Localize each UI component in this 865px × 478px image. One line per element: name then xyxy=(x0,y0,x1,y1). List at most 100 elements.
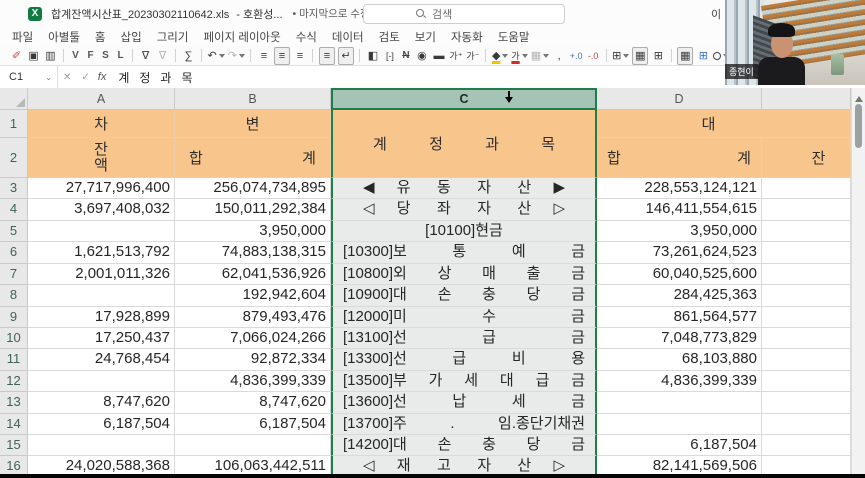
row-number[interactable]: 7 xyxy=(0,264,28,285)
format-painter-icon[interactable]: ✐ xyxy=(10,48,24,64)
document-filename[interactable]: 합계잔액시산표_20230302110642.xls xyxy=(51,6,229,22)
clear-filter-icon[interactable]: ∇ xyxy=(156,48,170,64)
cell-col-c-selected[interactable]: [13700]주 . 임.종단기채권 xyxy=(331,414,597,435)
cell-col-a[interactable] xyxy=(28,371,175,392)
cell-col-e[interactable] xyxy=(762,371,851,392)
column-header-e[interactable] xyxy=(762,88,851,110)
row-header-1[interactable]: 1 xyxy=(0,110,28,138)
cell-col-c-selected[interactable]: ◀유 동 자 산▶ xyxy=(331,178,597,199)
cell-col-b[interactable]: 7,066,024,266 xyxy=(175,328,331,349)
invert-fill-icon[interactable]: ◧ xyxy=(366,48,380,64)
macro-s-button[interactable]: S xyxy=(100,48,112,64)
macro-l-button[interactable]: L xyxy=(115,48,127,64)
ribbon-tab[interactable]: 자동화 xyxy=(451,29,483,45)
toolbar-separator[interactable] xyxy=(671,49,672,62)
vertical-scrollbar[interactable] xyxy=(851,88,865,478)
row-number[interactable]: 6 xyxy=(0,242,28,263)
toolbar-separator[interactable] xyxy=(175,49,176,62)
cell-col-c-selected[interactable]: [10800]외 상 매 출 금 xyxy=(331,264,597,285)
wrap-text-icon[interactable]: ↵ xyxy=(338,47,354,65)
cell-col-e[interactable] xyxy=(762,307,851,328)
increase-decimal-icon[interactable]: +.0 xyxy=(569,48,583,64)
cell-col-d[interactable]: 861,564,577 xyxy=(597,307,762,328)
select-all-corner[interactable] xyxy=(0,88,28,110)
name-box[interactable]: C1 ⌄ xyxy=(0,66,58,88)
cancel-entry-icon[interactable]: ✕ xyxy=(63,72,71,83)
font-decrease-icon[interactable]: 가⁻ xyxy=(466,48,480,64)
cell-col-d[interactable]: 6,187,504 xyxy=(597,435,762,456)
cell-col-b[interactable]: 74,883,138,315 xyxy=(175,242,331,263)
font-color-icon[interactable]: 가 xyxy=(511,48,527,64)
cell-col-d[interactable]: 68,103,880 xyxy=(597,349,762,370)
undo-icon[interactable]: ↶ xyxy=(208,48,225,64)
cell-col-e[interactable] xyxy=(762,349,851,370)
strike-n-icon[interactable]: N xyxy=(400,48,412,64)
cell-col-a[interactable]: 3,697,408,032 xyxy=(28,199,175,220)
search-input[interactable]: 검색 xyxy=(363,4,565,24)
macro-v-button[interactable]: V xyxy=(70,48,82,64)
cell-col-c-selected[interactable]: [13600]선 납 세 금 xyxy=(331,392,597,413)
cell-col-d[interactable]: 4,836,399,339 xyxy=(597,371,762,392)
row-number[interactable]: 10 xyxy=(0,328,28,349)
borders-icon[interactable]: ⊞ xyxy=(612,48,629,64)
macro-f-button[interactable]: F xyxy=(85,48,97,64)
column-header-d[interactable]: D xyxy=(597,88,762,110)
ribbon-tab[interactable]: 그리기 xyxy=(157,29,189,45)
row-number[interactable]: 5 xyxy=(0,221,28,242)
column-header-a[interactable]: A xyxy=(28,88,175,110)
cell-col-c-selected[interactable]: [13100]선 급 금 xyxy=(331,328,597,349)
cell-col-b[interactable]: 150,011,292,384 xyxy=(175,199,331,220)
cell-col-b[interactable]: 3,950,000 xyxy=(175,221,331,242)
confirm-entry-icon[interactable]: ✓ xyxy=(81,72,89,83)
toolbar-separator[interactable] xyxy=(485,49,486,62)
ribbon-tab[interactable]: 삽입 xyxy=(121,29,142,45)
cell-col-d[interactable]: 60,040,525,600 xyxy=(597,264,762,285)
toolbar-separator[interactable] xyxy=(312,49,313,62)
grid-view-icon[interactable]: ▦ xyxy=(677,47,693,65)
cell-col-d[interactable] xyxy=(597,414,762,435)
toolbar-separator[interactable] xyxy=(201,49,202,62)
chevron-down-icon[interactable]: ⌄ xyxy=(45,73,52,82)
cell-c1-merged-account-title[interactable]: 계 정 과 목 xyxy=(331,110,597,178)
insert-function-icon[interactable]: fx xyxy=(98,71,107,83)
cell-col-b[interactable]: 92,872,334 xyxy=(175,349,331,370)
formula-bar-value[interactable]: 계 정 과 목 xyxy=(118,69,192,86)
cell-col-e[interactable] xyxy=(762,435,851,456)
cell-col-d[interactable]: 146,411,554,615 xyxy=(597,199,762,220)
cell-col-a[interactable] xyxy=(28,221,175,242)
cell-col-b[interactable]: 62,041,536,926 xyxy=(175,264,331,285)
autosum-icon[interactable]: ∑ xyxy=(182,48,196,64)
cell-col-d[interactable] xyxy=(597,392,762,413)
ribbon-tab[interactable]: 보기 xyxy=(415,29,436,45)
align-right-icon[interactable]: ≡ xyxy=(293,48,307,64)
middle-align-icon[interactable]: ≡ xyxy=(319,47,335,65)
cell-col-b[interactable]: 192,942,604 xyxy=(175,285,331,306)
copy-sheet-icon[interactable]: ▣ xyxy=(27,48,41,64)
cell-col-a[interactable]: 8,747,620 xyxy=(28,392,175,413)
cell-col-a[interactable]: 24,768,454 xyxy=(28,349,175,370)
font-increase-icon[interactable]: 가⁺ xyxy=(449,48,463,64)
cell-col-c-selected[interactable]: [12000]미 수 금 xyxy=(331,307,597,328)
cell-col-b[interactable]: 6,187,504 xyxy=(175,414,331,435)
cell-b2[interactable]: 합 계 xyxy=(175,138,331,178)
ribbon-tab[interactable]: 홈 xyxy=(95,29,106,45)
cell-col-a[interactable]: 6,187,504 xyxy=(28,414,175,435)
all-borders-icon[interactable]: ⊞ xyxy=(651,48,665,64)
cell-col-c-selected[interactable]: [13300]선 급 비 용 xyxy=(331,349,597,370)
cell-col-b[interactable]: 8,747,620 xyxy=(175,392,331,413)
ribbon-tab[interactable]: 아별툴 xyxy=(48,29,80,45)
cell-b1[interactable]: 변 xyxy=(175,110,331,138)
ribbon-tab[interactable]: 도움말 xyxy=(498,29,530,45)
fill-color-icon[interactable]: ◆ xyxy=(492,48,508,64)
cell-col-b[interactable] xyxy=(175,435,331,456)
cell-col-a[interactable] xyxy=(28,285,175,306)
dark-cell-icon[interactable]: ▬ xyxy=(432,48,446,64)
cell-col-a[interactable]: 27,717,996,400 xyxy=(28,178,175,199)
ribbon-tab[interactable]: 데이터 xyxy=(332,29,364,45)
cell-col-d[interactable]: 73,261,624,523 xyxy=(597,242,762,263)
row-number[interactable]: 14 xyxy=(0,414,28,435)
cell-col-d[interactable]: 284,425,363 xyxy=(597,285,762,306)
scrollbar-thumb[interactable] xyxy=(855,104,862,148)
cell-style-icon[interactable]: ▦ xyxy=(531,48,549,64)
scroll-up-icon[interactable] xyxy=(855,92,863,102)
